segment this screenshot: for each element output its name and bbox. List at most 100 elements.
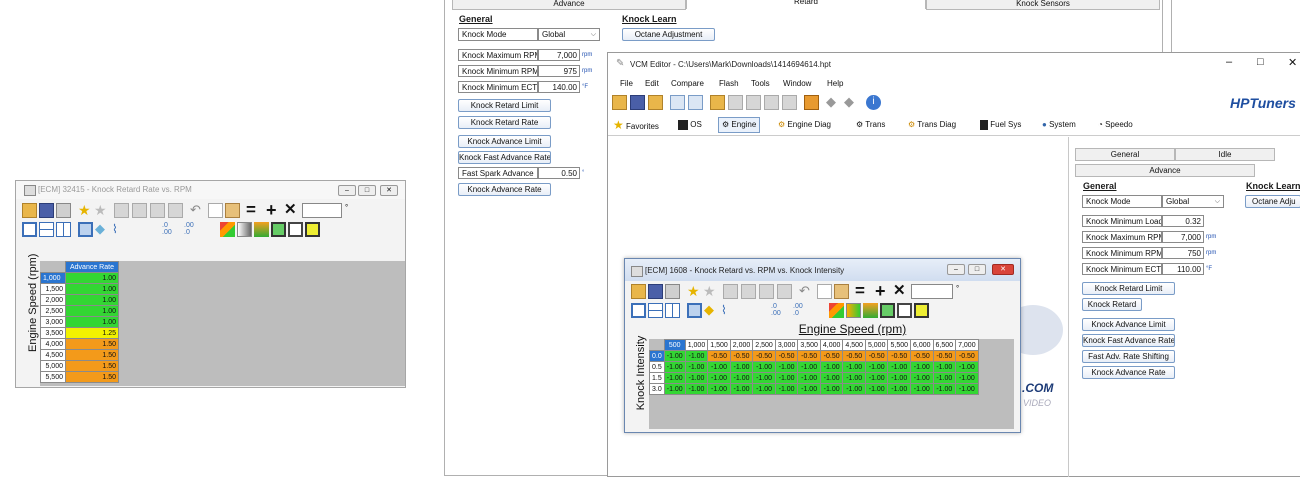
knock-fast-advance-rate-button[interactable]: Knock Fast Advance Rate	[1082, 334, 1175, 347]
layout-split-h-icon[interactable]	[39, 222, 54, 237]
table-cell[interactable]: -1.00	[752, 383, 776, 395]
print-icon[interactable]	[56, 203, 71, 218]
table-cell[interactable]: 1.50	[65, 360, 119, 372]
table-cell[interactable]: -1.00	[864, 383, 889, 395]
multiply-icon[interactable]: ✕	[893, 283, 908, 299]
nav-engine-diag[interactable]: ⚙ Engine Diag	[778, 118, 831, 132]
octane-adjustment-button[interactable]: Octane Adjustment	[622, 28, 715, 41]
table-cell[interactable]: -0.50	[887, 350, 912, 362]
nav-fuel-sys[interactable]: Fuel Sys	[980, 118, 1021, 132]
table-cell[interactable]: -1.00	[663, 372, 686, 384]
row-header[interactable]: 5,000	[40, 360, 66, 372]
undo-icon[interactable]: ↶	[190, 203, 205, 218]
layout-single-icon[interactable]	[631, 303, 646, 318]
layout-single-icon[interactable]	[22, 222, 37, 237]
plus-icon[interactable]: +	[875, 282, 890, 300]
grid-icon[interactable]	[746, 95, 761, 110]
table-cell[interactable]: -1.00	[955, 383, 979, 395]
interpolate-icon[interactable]	[237, 222, 252, 237]
save-icon[interactable]	[630, 95, 645, 110]
smooth-icon[interactable]	[863, 303, 878, 318]
table-cell[interactable]: -0.50	[774, 350, 799, 362]
open-icon[interactable]	[648, 95, 663, 110]
fast-spark-advance-value[interactable]: 0.50	[538, 167, 580, 179]
table-cell[interactable]: -0.50	[932, 350, 957, 362]
graph-icon[interactable]: ⌇	[112, 222, 127, 237]
table-cell[interactable]: -1.00	[864, 361, 889, 373]
minimize-button[interactable]: –	[338, 185, 356, 196]
table-icon[interactable]	[687, 303, 702, 318]
table-cell[interactable]: 1.50	[65, 371, 119, 383]
value-input[interactable]	[302, 203, 342, 218]
close-button[interactable]: ✕	[1288, 56, 1297, 69]
table-cell[interactable]: -1.00	[707, 383, 731, 395]
table-cell[interactable]: -1.00	[797, 372, 821, 384]
menu-window[interactable]: Window	[783, 79, 811, 89]
save-icon[interactable]	[648, 284, 663, 299]
table-cell[interactable]: -1.00	[842, 361, 866, 373]
row-header[interactable]: 4,000	[40, 338, 66, 350]
row-header[interactable]: 2,000	[40, 294, 66, 306]
table-cell[interactable]: -0.50	[819, 350, 844, 362]
info-icon[interactable]	[670, 95, 685, 110]
table-cell[interactable]: -1.00	[774, 383, 799, 395]
column-header[interactable]: 5,000	[864, 339, 889, 351]
table-cell[interactable]: 1.00	[65, 272, 119, 284]
folder-settings-icon[interactable]	[710, 95, 725, 110]
table-cell[interactable]: -1.00	[932, 361, 957, 373]
table-cell[interactable]: -0.50	[864, 350, 889, 362]
field-value[interactable]: 750	[1162, 247, 1204, 259]
diamond-icon[interactable]: ◆	[704, 303, 719, 318]
fill-icon[interactable]	[271, 222, 286, 237]
table-cell[interactable]: -1.00	[663, 350, 686, 362]
table-cell[interactable]: -0.50	[910, 350, 934, 362]
column-header[interactable]: 7,000	[955, 339, 979, 351]
octane-adjustment-button[interactable]: Octane Adju	[1245, 195, 1300, 208]
table-cell[interactable]: -0.50	[707, 350, 731, 362]
table-cell[interactable]: -1.00	[887, 383, 912, 395]
diamond-icon[interactable]: ◆	[826, 95, 841, 110]
table-cell[interactable]: -0.50	[955, 350, 979, 362]
table-cell[interactable]: -1.00	[797, 361, 821, 373]
table-cell[interactable]: -1.00	[684, 361, 709, 373]
row-header[interactable]: 3.0	[649, 383, 665, 395]
star-outline-icon[interactable]: ★	[94, 203, 109, 218]
diamond-icon[interactable]: ◆	[844, 95, 859, 110]
color-map-icon[interactable]	[829, 303, 844, 318]
multiply-icon[interactable]: ✕	[284, 202, 299, 218]
table-cell[interactable]: -1.00	[684, 383, 709, 395]
field-value[interactable]: 7,000	[1162, 231, 1204, 243]
knock-advance-limit-button[interactable]: Knock Advance Limit	[1082, 318, 1175, 331]
field-value[interactable]: 975	[538, 65, 580, 77]
grid-icon[interactable]	[728, 95, 743, 110]
diamond-icon[interactable]: ◆	[95, 222, 110, 237]
field-value[interactable]: 7,000	[538, 49, 580, 61]
grid-icon[interactable]	[168, 203, 183, 218]
decimal-increase-icon[interactable]: .0.00	[162, 222, 184, 237]
table-cell[interactable]: -0.50	[729, 350, 754, 362]
knock-retard-limit-button[interactable]: Knock Retard Limit	[458, 99, 551, 112]
table-cell[interactable]: -1.00	[932, 383, 957, 395]
decimal-decrease-icon[interactable]: .00.0	[184, 222, 206, 237]
knock-retard-button[interactable]: Knock Retard	[1082, 298, 1142, 311]
title-bar[interactable]: [ECM] 32415 - Knock Retard Rate vs. RPM …	[16, 181, 405, 199]
column-header[interactable]: 6,500	[932, 339, 957, 351]
column-header[interactable]: 1,000	[684, 339, 709, 351]
smooth-icon[interactable]	[254, 222, 269, 237]
layout-split-v-icon[interactable]	[665, 303, 680, 318]
help-icon[interactable]: i	[866, 95, 881, 110]
nav-system[interactable]: ● System	[1042, 118, 1076, 132]
table-cell[interactable]: 1.00	[65, 294, 119, 306]
paste-icon[interactable]	[834, 284, 849, 299]
knock-retard-limit-button[interactable]: Knock Retard Limit	[1082, 282, 1175, 295]
highlight-icon[interactable]	[914, 303, 929, 318]
column-header[interactable]: 6,000	[910, 339, 934, 351]
table-cell[interactable]: -0.50	[842, 350, 866, 362]
save-icon[interactable]	[39, 203, 54, 218]
table-cell[interactable]: -1.00	[887, 361, 912, 373]
field-value[interactable]: 110.00	[1162, 263, 1204, 275]
table-cell[interactable]: -1.00	[910, 372, 934, 384]
table-cell[interactable]: -1.00	[864, 372, 889, 384]
open-folder-icon[interactable]	[631, 284, 646, 299]
nav-engine[interactable]: ⚙ Engine	[718, 117, 761, 133]
